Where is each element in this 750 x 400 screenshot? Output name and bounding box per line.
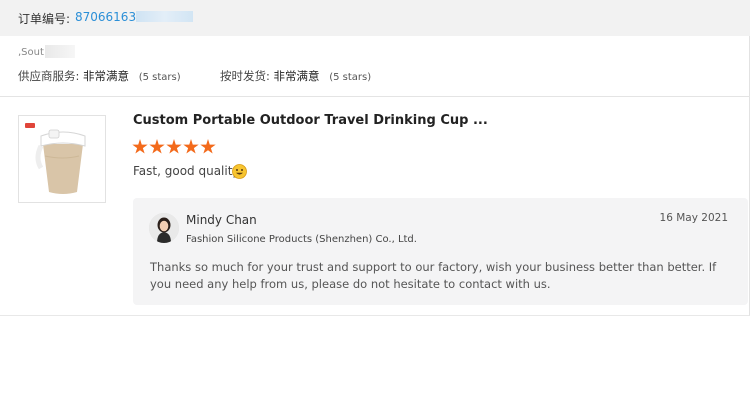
on-time-shipping-stars: (5 stars) bbox=[329, 72, 372, 83]
on-time-shipping-rating: 按时发货: 非常满意 (5 stars) bbox=[220, 68, 371, 84]
reply-author-name: Mindy Chan bbox=[186, 213, 257, 227]
supplier-service-value: 非常满意 bbox=[83, 69, 130, 83]
star-icon bbox=[132, 139, 148, 154]
order-number-redaction bbox=[136, 11, 193, 22]
section-divider bbox=[0, 96, 750, 97]
star-icon bbox=[149, 139, 165, 154]
avatar bbox=[149, 213, 179, 243]
star-icon bbox=[183, 139, 199, 154]
reply-text: Thanks so much for your trust and suppor… bbox=[150, 260, 717, 291]
order-header: 订单编号: 870661630 bbox=[0, 0, 750, 36]
buyer-name-redaction bbox=[45, 45, 75, 58]
seller-reply: Mindy Chan Fashion Silicone Products (Sh… bbox=[133, 198, 748, 305]
person-avatar-icon bbox=[149, 213, 179, 243]
product-title-link[interactable]: Custom Portable Outdoor Travel Drinking … bbox=[133, 113, 488, 128]
review-star-rating bbox=[132, 139, 217, 157]
order-number-label: 订单编号: bbox=[18, 12, 71, 26]
supplier-service-rating: 供应商服务: 非常满意 (5 stars) bbox=[18, 68, 181, 84]
order-review-card: 订单编号: 870661630 ,Sout 供应商服务: 非常满意 (5 sta… bbox=[0, 0, 750, 316]
supplier-service-label: 供应商服务: bbox=[18, 69, 80, 83]
on-time-shipping-label: 按时发货: bbox=[220, 69, 270, 83]
reply-company-name: Fashion Silicone Products (Shenzhen) Co.… bbox=[186, 234, 417, 245]
order-number-link[interactable]: 870661630 bbox=[75, 10, 144, 24]
cup-image-icon bbox=[25, 123, 86, 194]
review-text: Fast, good quality bbox=[133, 164, 240, 178]
reply-date: 16 May 2021 bbox=[659, 212, 728, 224]
product-thumbnail[interactable] bbox=[18, 115, 106, 203]
star-icon bbox=[200, 139, 216, 154]
star-icon bbox=[166, 139, 182, 154]
supplier-service-stars: (5 stars) bbox=[138, 72, 181, 83]
on-time-shipping-value: 非常满意 bbox=[273, 69, 320, 83]
smiling-face-icon bbox=[232, 164, 247, 179]
buyer-location: ,Sout bbox=[18, 47, 44, 58]
